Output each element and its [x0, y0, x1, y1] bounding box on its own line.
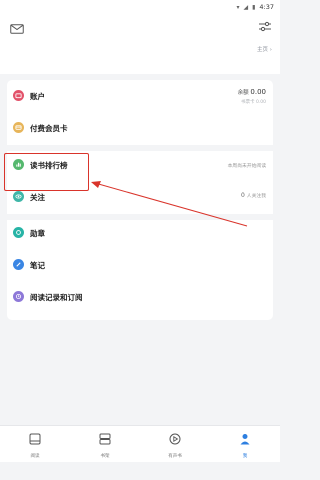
book-icon	[28, 431, 42, 450]
tab-me[interactable]: 我	[210, 426, 280, 463]
medal-icon	[13, 227, 24, 238]
tab-label: 书架	[100, 454, 110, 459]
menu-label: 读书排行榜	[30, 161, 68, 170]
settings-icon[interactable]	[258, 18, 272, 32]
tab-label: 有声书	[168, 454, 182, 459]
balance-value: 0.00	[250, 88, 266, 96]
menu-item-notes[interactable]: 笔记	[7, 254, 273, 276]
menu-item-ranking[interactable]: 读书排行榜 本周尚未开始阅读	[7, 154, 273, 176]
tab-label: 我	[242, 454, 248, 459]
balance-label: 余额	[237, 90, 249, 96]
tab-audiobook[interactable]: 有声书	[140, 426, 210, 463]
menu-item-badge[interactable]: 勋章	[7, 222, 273, 244]
wallet-icon	[13, 90, 24, 101]
menu-label: 账户	[30, 92, 45, 101]
profile-header: 主页 ›	[0, 14, 280, 74]
clock-icon	[13, 291, 24, 302]
menu-item-vip-card[interactable]: 付费会员卡	[7, 117, 273, 139]
bottom-tab-bar: 阅读 书架 有声书 我	[0, 425, 280, 462]
person-icon	[238, 431, 252, 450]
mail-icon[interactable]	[10, 19, 24, 34]
ranking-icon	[13, 159, 24, 170]
menu-item-follow[interactable]: 关注 0 人关注我	[7, 186, 273, 208]
pen-icon	[13, 259, 24, 270]
follower-text: 人关注我	[246, 194, 266, 199]
tab-bookshelf[interactable]: 书架	[70, 426, 140, 463]
homepage-link[interactable]: 主页 ›	[257, 45, 272, 53]
menu-label: 付费会员卡	[30, 124, 68, 133]
signal-icon: ◢	[243, 3, 249, 11]
menu-item-reading-history[interactable]: 阅读记录和订阅	[7, 286, 273, 308]
menu-item-account[interactable]: 账户 余额 0.00 书票卡 0.00	[7, 85, 273, 107]
follower-count: 0 人关注我	[241, 192, 266, 199]
follower-number: 0	[241, 192, 245, 199]
menu-label: 笔记	[30, 261, 45, 270]
balance-text: 余额 0.00	[238, 88, 266, 96]
ranking-status: 本周尚未开始阅读	[227, 164, 266, 169]
section-divider	[7, 145, 273, 151]
vip-card-icon	[13, 122, 24, 133]
status-time: 4:37	[259, 3, 274, 11]
wifi-icon: ▾	[236, 3, 240, 11]
system-nav-bar	[0, 462, 280, 480]
menu-label: 勋章	[30, 229, 45, 238]
section-divider	[7, 214, 273, 220]
tab-label: 阅读	[30, 454, 40, 459]
card-balance-text: 书票卡 0.00	[241, 100, 266, 105]
menu-label: 阅读记录和订阅	[30, 293, 83, 302]
eye-icon	[13, 191, 24, 202]
status-bar: ▾ ◢ ▮ 4:37	[0, 0, 280, 14]
menu-card: 账户 余额 0.00 书票卡 0.00 付费会员卡 读书排行榜 本周尚未开始阅读…	[7, 80, 273, 320]
menu-label: 关注	[30, 193, 45, 202]
play-icon	[168, 431, 182, 450]
bookshelf-icon	[98, 431, 112, 450]
tab-reading[interactable]: 阅读	[0, 426, 70, 463]
battery-icon: ▮	[252, 3, 256, 11]
